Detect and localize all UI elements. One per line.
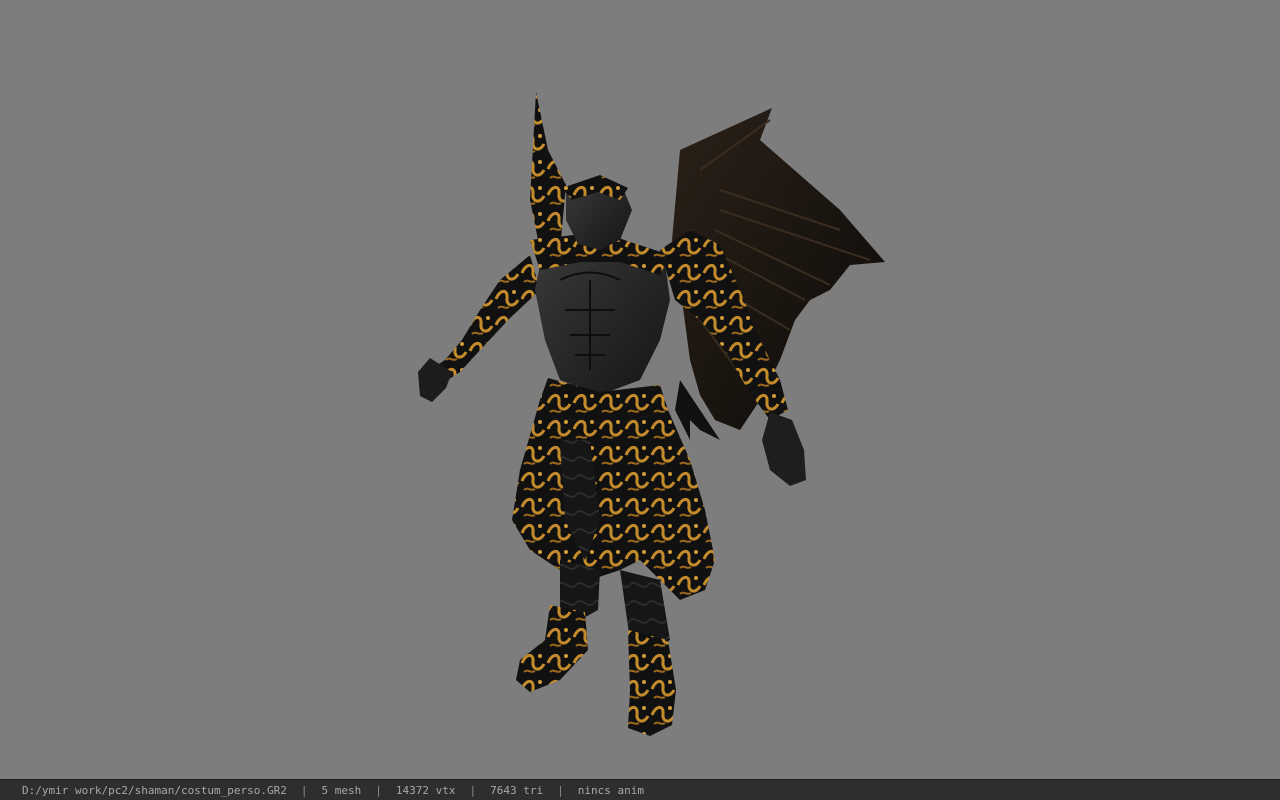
animation-status-label: nincs anim [577,783,644,797]
status-bar: D:/ymir work/pc2/shaman/costum_perso.GR2… [0,779,1280,800]
staff-icon [530,92,566,260]
left-boot-icon [516,605,588,692]
status-separator: | [375,783,382,797]
torso-icon [530,232,670,395]
left-arm-icon [418,255,540,402]
status-separator: | [469,783,477,797]
status-separator: | [557,783,564,797]
robe-icon [512,400,715,600]
right-boot-icon [628,630,676,736]
vertex-count-label: 14372 vtx [395,783,456,797]
character-model-icon[interactable] [0,0,1280,779]
mesh-count-label: 5 mesh [321,783,362,797]
file-path-label: D:/ymir work/pc2/shaman/costum_perso.GR2 [22,783,287,797]
triangle-count-label: 7643 tri [490,783,544,797]
status-separator: | [300,783,308,797]
3d-viewport[interactable] [0,0,1280,779]
